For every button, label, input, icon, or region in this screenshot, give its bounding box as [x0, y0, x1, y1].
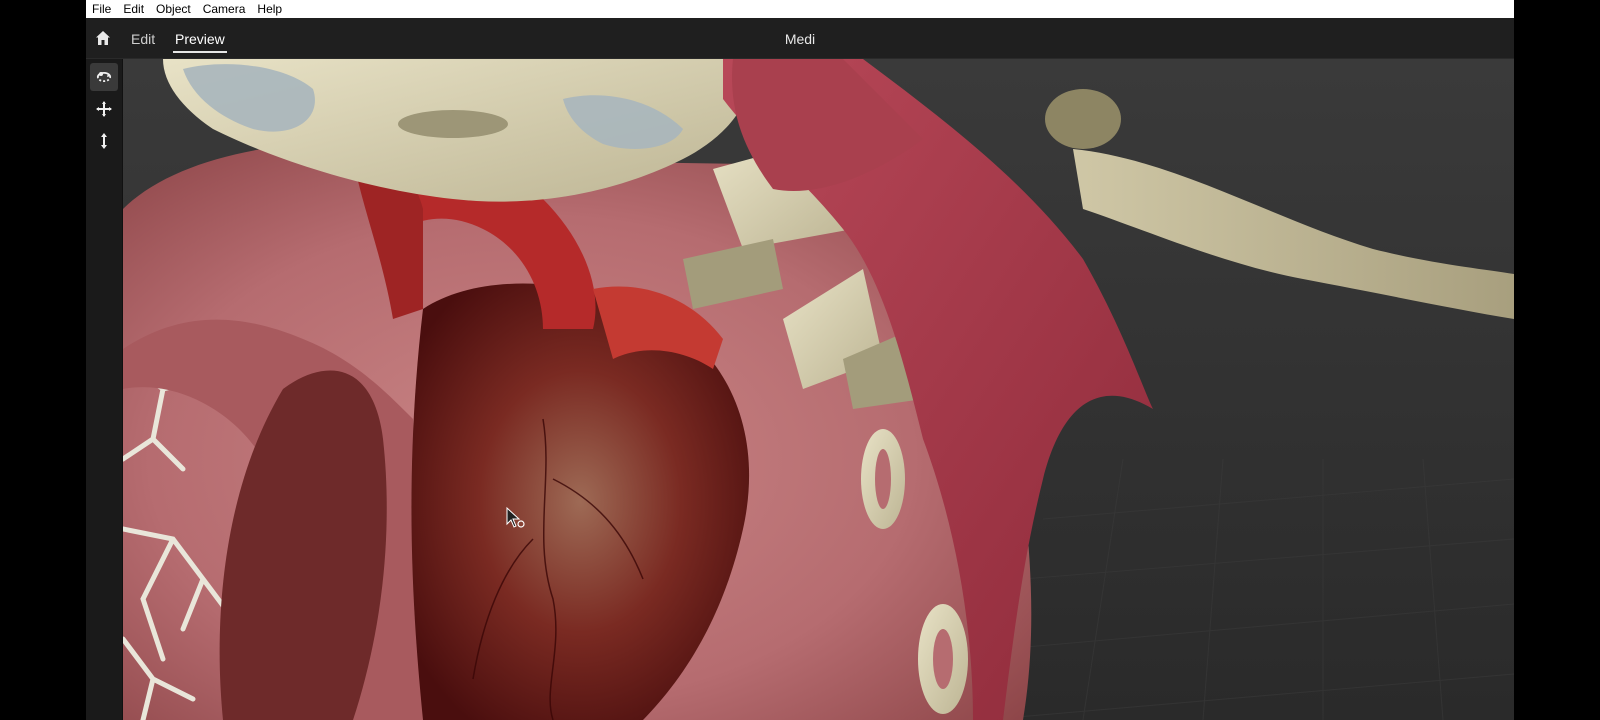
menu-object[interactable]: Object: [150, 0, 197, 18]
zoom-tool-button[interactable]: [90, 127, 118, 155]
pan-tool-button[interactable]: [90, 95, 118, 123]
menu-camera[interactable]: Camera: [197, 0, 252, 18]
menu-help[interactable]: Help: [251, 0, 288, 18]
anatomy-scene: [123, 59, 1514, 720]
menu-edit[interactable]: Edit: [117, 0, 150, 18]
menu-bar: File Edit Object Camera Help: [86, 0, 1514, 18]
orbit-tool-button[interactable]: [90, 63, 118, 91]
tool-sidebar: [86, 59, 123, 720]
manubrium-notch: [398, 110, 508, 138]
pan-icon: [96, 101, 112, 117]
orbit-icon: [96, 71, 112, 83]
shoulder-joint: [1045, 89, 1121, 149]
menu-file[interactable]: File: [86, 0, 117, 18]
3d-viewport[interactable]: [123, 59, 1514, 720]
zoom-icon: [101, 133, 107, 149]
title-bar: Edit Preview Medi: [86, 18, 1514, 59]
document-title: Medi: [784, 31, 816, 47]
app-window: File Edit Object Camera Help Edit Previe…: [86, 0, 1514, 720]
mouse-cursor-icon: [506, 506, 525, 528]
